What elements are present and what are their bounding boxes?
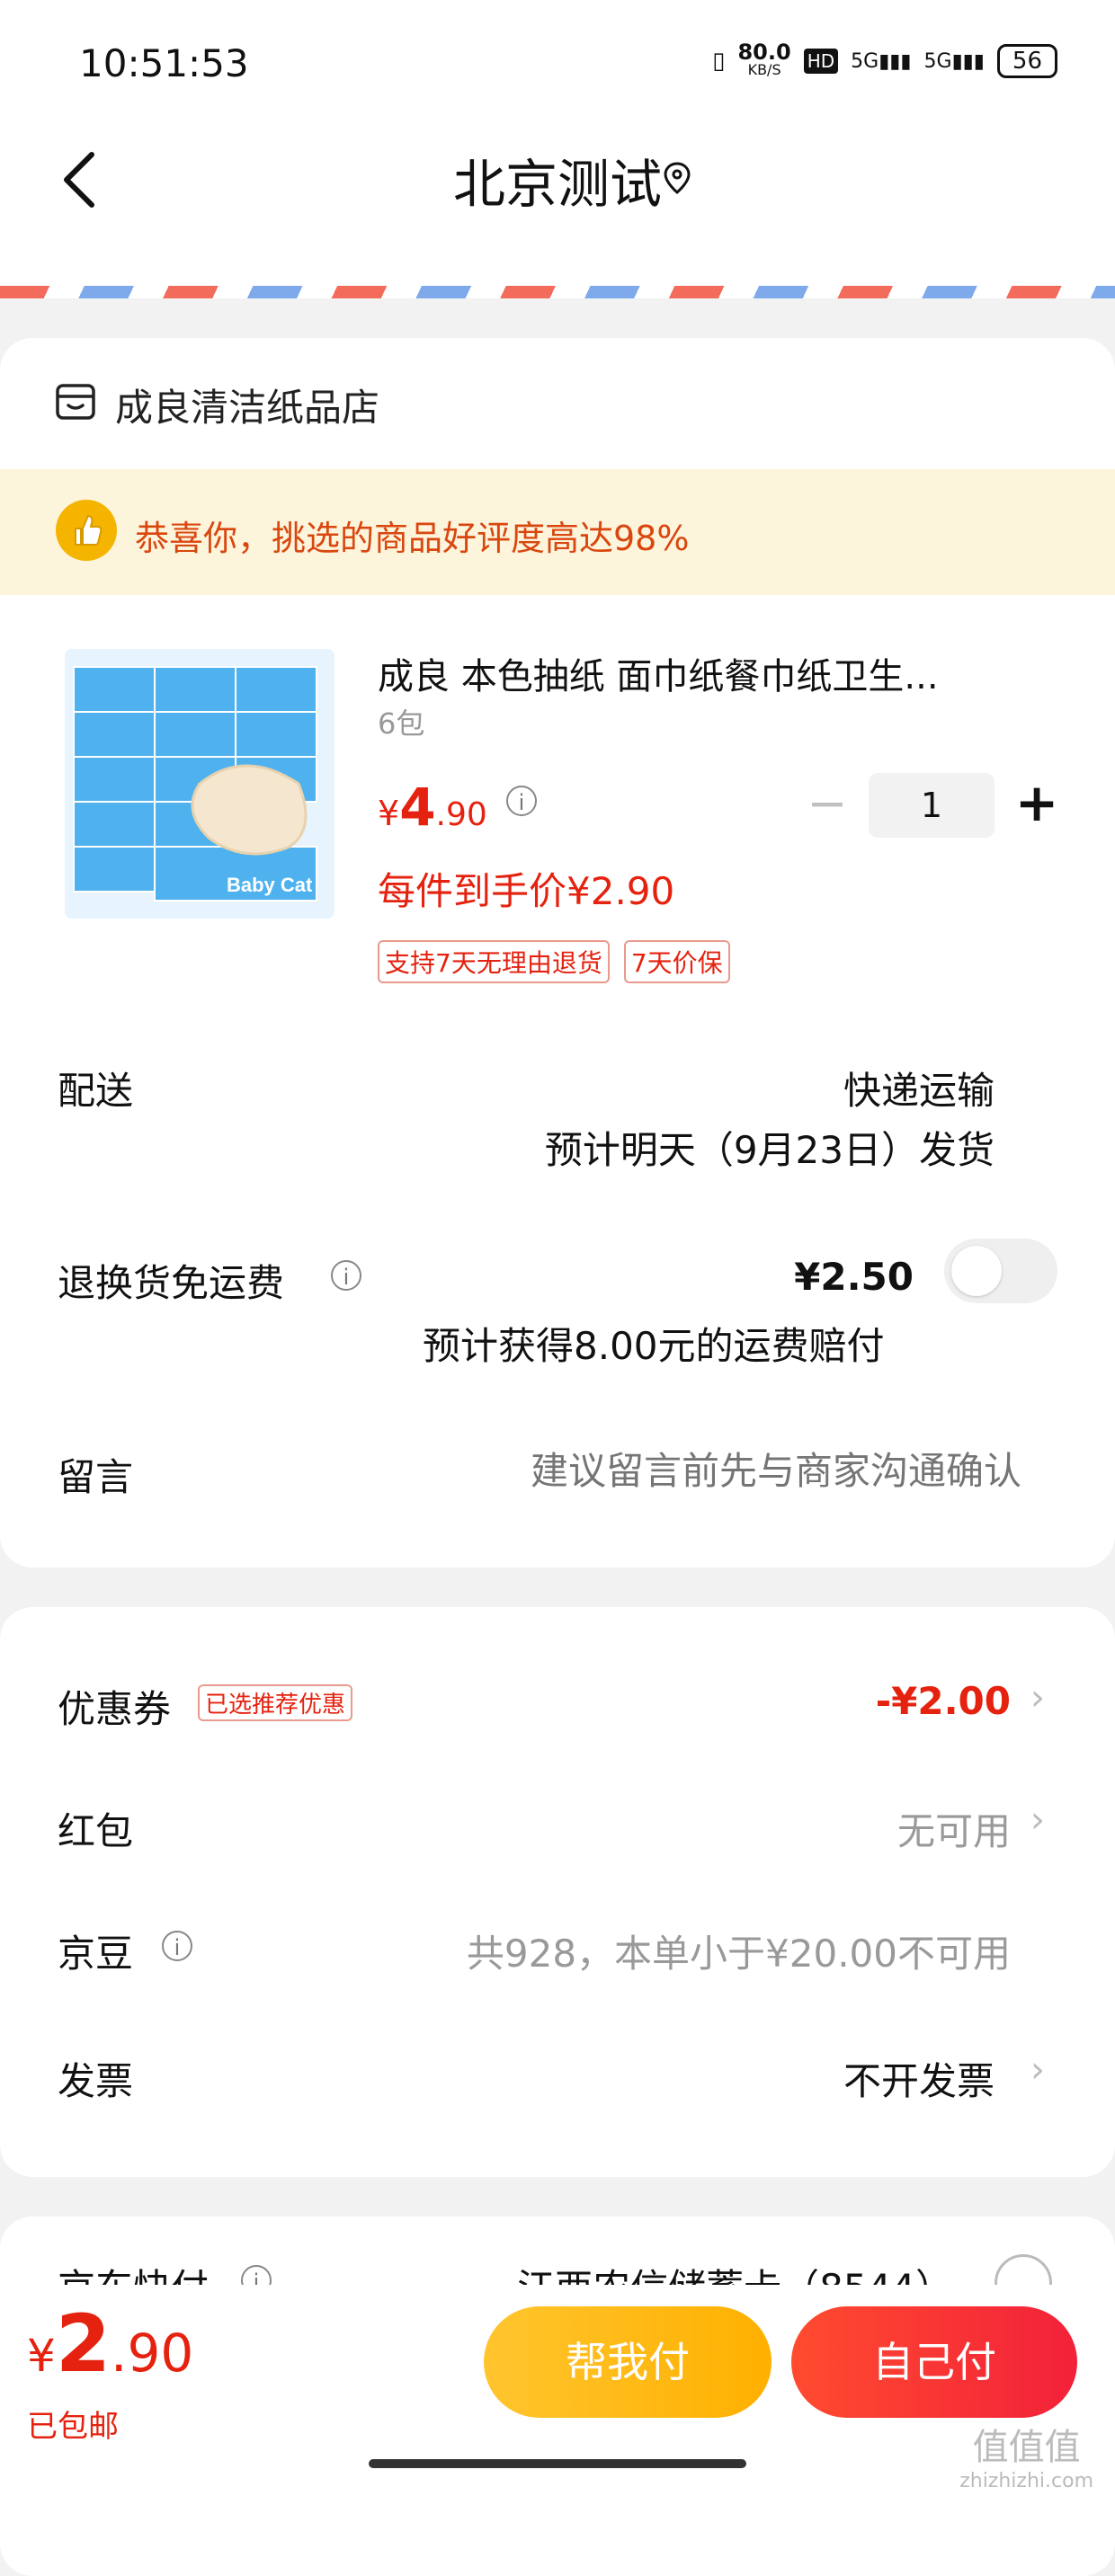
return-shipping-label: 退换货免运费 (58, 1261, 285, 1305)
product-spec[interactable]: 6包 (378, 701, 424, 742)
watermark: 值值值 zhizhizhi.com (959, 2427, 1093, 2492)
red-packet-label: 红包 (58, 1809, 134, 1853)
coupon-chevron-icon[interactable]: › (1030, 1677, 1045, 1719)
coupon-tag: 已选推荐优惠 (198, 1684, 353, 1721)
tag-return: 支持7天无理由退货 (378, 940, 610, 983)
invoice-value[interactable]: 不开发票 (843, 2051, 995, 2106)
tag-price-protect: 7天价保 (623, 940, 730, 983)
delivery-label: 配送 (58, 1069, 134, 1113)
jd-beans-value: 共928，本单小于¥20.00不可用 (466, 1932, 1011, 1976)
delivery-method[interactable]: 快递运输 (843, 1061, 995, 1115)
quantity-minus-button[interactable]: − (806, 779, 849, 828)
product-price: ¥4.90 (378, 777, 487, 838)
service-tags: 支持7天无理由退货 7天价保 (378, 940, 730, 983)
coupon-label: 优惠券 (58, 1687, 172, 1731)
message-input[interactable] (387, 1438, 1023, 1503)
invoice-chevron-icon[interactable]: › (1030, 2049, 1045, 2091)
status-icons: ▯ 80.0 KB/S HD 5G▮▮▮ 5G▮▮▮ 56 (712, 40, 1057, 79)
product-image-brand: Baby Cat (227, 874, 313, 896)
status-time: 10:51:53 (79, 41, 249, 85)
help-pay-button[interactable]: 帮我付 (484, 2306, 772, 2418)
product-image[interactable]: Baby Cat (65, 649, 334, 919)
coupon-value[interactable]: -¥2.00 (876, 1679, 1011, 1723)
self-pay-button[interactable]: 自己付 (791, 2306, 1077, 2418)
jd-beans-info-icon[interactable]: i (162, 1931, 192, 1961)
location-icon[interactable] (659, 160, 695, 196)
battery-icon: 56 (996, 44, 1057, 78)
shop-name[interactable]: 成良清洁纸品店 (115, 378, 379, 432)
vibrate-icon: ▯ (712, 48, 726, 75)
hd-icon: HD (803, 49, 839, 74)
praise-text: 恭喜你，挑选的商品好评度高达98% (135, 519, 690, 558)
quantity-plus-button[interactable]: + (1012, 777, 1061, 829)
unit-price: 每件到手价¥2.90 (378, 869, 675, 913)
return-shipping-price: ¥2.50 (794, 1255, 914, 1299)
shop-icon (54, 380, 97, 423)
back-button[interactable] (54, 135, 117, 225)
red-packet-chevron-icon[interactable]: › (1030, 1799, 1045, 1841)
return-shipping-info-icon[interactable]: i (331, 1260, 361, 1291)
address-stripe (0, 286, 1115, 298)
shipping-status: 已包邮 (27, 2409, 119, 2445)
toggle-knob (951, 1246, 1002, 1296)
price-info-icon[interactable]: i (506, 786, 537, 816)
message-label: 留言 (58, 1455, 134, 1499)
red-packet-value[interactable]: 无可用 (897, 1801, 1011, 1856)
total-price: ¥2.90 (27, 2297, 194, 2390)
signal-icon-1: 5G▮▮▮ (851, 49, 912, 73)
signal-icon-2: 5G▮▮▮ (923, 49, 985, 73)
page-title[interactable]: 北京测试 (0, 142, 1115, 218)
return-shipping-note: 预计获得8.00元的运费赔付 (423, 1324, 885, 1368)
product-title[interactable]: 成良 本色抽纸 面巾纸餐巾纸卫生... (378, 647, 1025, 699)
quantity-input[interactable]: 1 (869, 773, 995, 838)
delivery-estimate: 预计明天（9月23日）发货 (544, 1128, 995, 1172)
network-speed: 80.0 KB/S (737, 40, 791, 78)
invoice-label: 发票 (58, 2059, 134, 2103)
chevron-left-icon (64, 152, 94, 208)
thumbs-up-icon (56, 500, 117, 561)
jd-beans-label: 京豆 (58, 1932, 134, 1976)
home-indicator[interactable] (369, 2459, 746, 2468)
